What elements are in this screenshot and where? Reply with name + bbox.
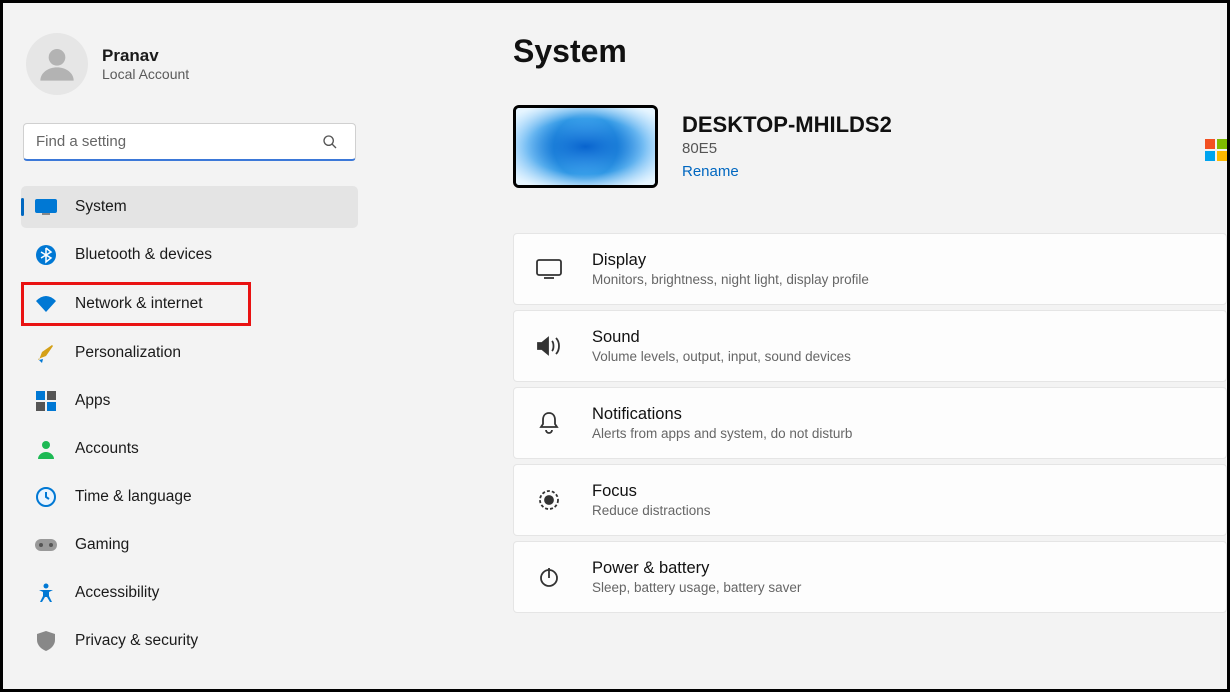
nav-accessibility[interactable]: Accessibility xyxy=(21,572,358,614)
accessibility-icon xyxy=(35,582,57,604)
card-display[interactable]: Display Monitors, brightness, night ligh… xyxy=(513,233,1227,305)
card-title: Sound xyxy=(592,328,851,347)
nav-label: Gaming xyxy=(75,536,129,554)
card-title: Display xyxy=(592,251,869,270)
power-icon xyxy=(536,564,562,590)
card-subtitle: Sleep, battery usage, battery saver xyxy=(592,580,801,595)
nav-network[interactable]: Network & internet xyxy=(21,282,251,326)
system-card-list: Display Monitors, brightness, night ligh… xyxy=(513,233,1227,613)
apps-icon xyxy=(35,390,57,412)
nav-personalization[interactable]: Personalization xyxy=(21,332,358,374)
search-icon xyxy=(322,134,338,150)
brush-icon xyxy=(35,342,57,364)
nav-accounts[interactable]: Accounts xyxy=(21,428,358,470)
nav-label: Accessibility xyxy=(75,584,159,602)
profile-name: Pranav xyxy=(102,46,189,66)
nav-label: Apps xyxy=(75,392,110,410)
nav-time[interactable]: Time & language xyxy=(21,476,358,518)
card-focus[interactable]: Focus Reduce distractions xyxy=(513,464,1227,536)
card-power[interactable]: Power & battery Sleep, battery usage, ba… xyxy=(513,541,1227,613)
nav-list: System Bluetooth & devices Network & int… xyxy=(21,186,358,662)
card-subtitle: Monitors, brightness, night light, displ… xyxy=(592,272,869,287)
sound-icon xyxy=(536,333,562,359)
nav-label: Network & internet xyxy=(75,295,203,313)
card-title: Power & battery xyxy=(592,559,801,578)
nav-label: Personalization xyxy=(75,344,181,362)
profile-subtitle: Local Account xyxy=(102,66,189,82)
wifi-icon xyxy=(35,293,57,315)
nav-label: System xyxy=(75,198,127,216)
card-subtitle: Volume levels, output, input, sound devi… xyxy=(592,349,851,364)
nav-gaming[interactable]: Gaming xyxy=(21,524,358,566)
bell-icon xyxy=(536,410,562,436)
person-icon xyxy=(35,438,57,460)
card-title: Focus xyxy=(592,482,711,501)
card-subtitle: Reduce distractions xyxy=(592,503,711,518)
card-notifications[interactable]: Notifications Alerts from apps and syste… xyxy=(513,387,1227,459)
card-sound[interactable]: Sound Volume levels, output, input, soun… xyxy=(513,310,1227,382)
search-wrap xyxy=(21,123,358,161)
rename-link[interactable]: Rename xyxy=(682,163,739,180)
avatar xyxy=(26,33,88,95)
device-info: DESKTOP-MHILDS2 80E5 Rename xyxy=(513,105,1227,188)
card-subtitle: Alerts from apps and system, do not dist… xyxy=(592,426,852,441)
nav-privacy[interactable]: Privacy & security xyxy=(21,620,358,662)
microsoft-tiles-icon[interactable] xyxy=(1205,139,1227,161)
device-thumbnail xyxy=(513,105,658,188)
nav-apps[interactable]: Apps xyxy=(21,380,358,422)
nav-system[interactable]: System xyxy=(21,186,358,228)
sidebar: Pranav Local Account System Bluetooth & … xyxy=(3,3,373,689)
user-profile[interactable]: Pranav Local Account xyxy=(21,33,358,95)
nav-bluetooth[interactable]: Bluetooth & devices xyxy=(21,234,358,276)
bluetooth-icon xyxy=(35,244,57,266)
device-name: DESKTOP-MHILDS2 xyxy=(682,112,892,138)
device-model: 80E5 xyxy=(682,140,892,157)
main-content: System DESKTOP-MHILDS2 80E5 Rename Displ… xyxy=(373,3,1227,689)
nav-label: Privacy & security xyxy=(75,632,198,650)
clock-icon xyxy=(35,486,57,508)
gamepad-icon xyxy=(35,534,57,556)
shield-icon xyxy=(35,630,57,652)
page-title: System xyxy=(513,33,1227,70)
nav-label: Time & language xyxy=(75,488,192,506)
nav-label: Accounts xyxy=(75,440,139,458)
system-icon xyxy=(35,196,57,218)
nav-label: Bluetooth & devices xyxy=(75,246,212,264)
focus-icon xyxy=(536,487,562,513)
search-input[interactable] xyxy=(23,123,356,161)
card-title: Notifications xyxy=(592,405,852,424)
display-icon xyxy=(536,256,562,282)
